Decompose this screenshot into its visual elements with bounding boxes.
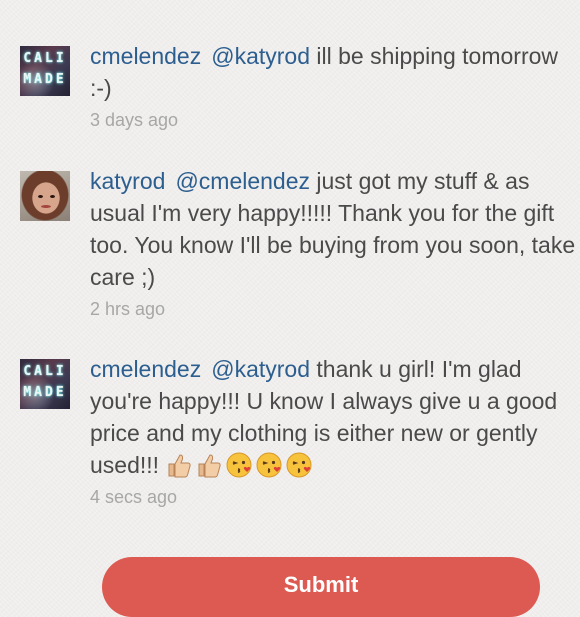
comment-username[interactable]: cmelendez [90,356,201,382]
comment-timestamp: 2 hrs ago [90,299,166,319]
comment-body: cmelendez @katyrod thank u girl! I'm glad… [90,353,580,508]
comment-username[interactable]: katyrod [90,168,165,194]
comment-body: katyrod @cmelendez just got my stuff & as… [90,165,580,320]
comment-body: cmelendez @katyrod ill be shipping tomorr… [90,40,580,131]
avatar-mouth [41,205,51,208]
kiss-face-icon [285,451,313,479]
comment-mention[interactable]: @katyrod [211,43,310,69]
avatar[interactable]: CALI MADE [20,46,70,96]
avatar-eye [50,195,55,198]
thumbs-up-icon [195,451,223,479]
avatar[interactable]: CALI MADE [20,359,70,409]
comment-mention[interactable]: @katyrod [211,356,310,382]
avatar-eye [38,195,43,198]
comment-timestamp: 4 secs ago [90,487,178,507]
kiss-face-icon [255,451,283,479]
comment-username[interactable]: cmelendez [90,43,201,69]
comment-text: cmelendez @katyrod thank u girl! I'm glad… [90,353,580,481]
comment-timestamp: 3 days ago [90,110,179,130]
kiss-face-icon [225,451,253,479]
thumbs-up-icon [165,451,193,479]
comment-mention[interactable]: @cmelendez [175,168,310,194]
submit-button[interactable]: Submit [102,557,540,617]
comment-text: cmelendez @katyrod ill be shipping tomorr… [90,40,580,104]
avatar-logo-text: CALI MADE [23,364,67,400]
avatar[interactable] [20,171,70,221]
avatar-logo-text: CALI MADE [23,51,67,87]
comment-text: katyrod @cmelendez just got my stuff & as… [90,165,580,293]
